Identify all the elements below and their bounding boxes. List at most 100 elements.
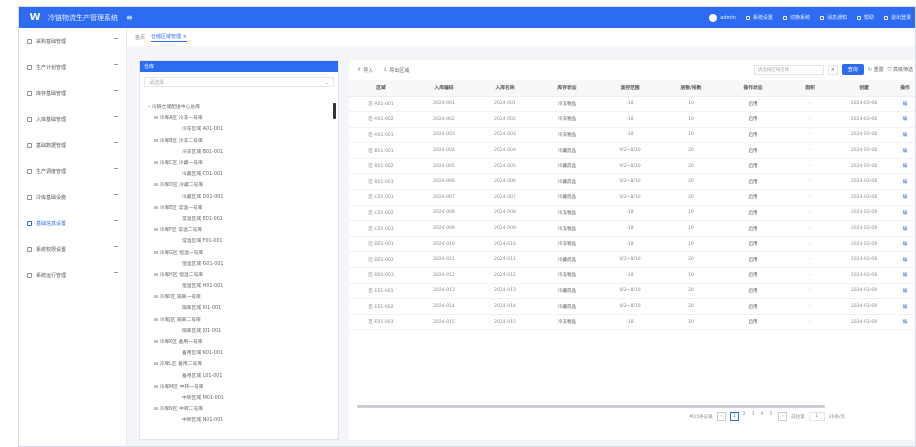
tree-node[interactable]: 冷藏区域 D01-001 [140,191,340,202]
tree-node[interactable]: 冷藏区域 C01-001 [140,168,340,179]
table-cell[interactable]: 编 [893,158,915,175]
table-cell[interactable]: 编 [893,251,915,269]
table-row[interactable]: 区-C01-001 2024-007 2024-007 冷藏药品 0/2~8/10 20 启… [349,189,915,206]
column-header[interactable]: 入库名称 [475,80,535,97]
column-header[interactable]: 入库编码 [413,80,475,97]
tree-node[interactable]: 中转区域 M01-001 [140,392,340,403]
tree-search-select[interactable]: 请选择 ⌄ [144,77,334,87]
sidebar-item[interactable]: 库存基础管理 [19,80,126,106]
table-cell[interactable]: 编 [893,189,915,206]
table-row[interactable]: 区-B01-001 2024-004 2024-004 冷藏药品 0/2~8/10 20 启… [349,142,915,159]
table-cell[interactable]: 编 [893,267,915,284]
header-settings[interactable]: 系统设置 [745,14,773,21]
tree-scrollbar[interactable] [333,103,336,119]
column-header[interactable]: 区域 [349,80,413,97]
table-row[interactable]: 区-B01-002 2024-005 2024-005 冷藏药品 0/2~8/10 20 启… [349,158,915,175]
sidebar-item[interactable]: 生产调度管理 [19,158,126,184]
tree-node[interactable]: ⊟ 冷库F区 常温二号库 [140,224,340,235]
tree-node[interactable]: ⊟ 冷库I区 隔离一号库 [140,291,340,302]
tree-node[interactable]: ⊟ 冷库B区 冷冻二号库 [140,135,340,146]
tree-node[interactable]: ⊟ 冷库K区 备用一号库 [140,336,340,347]
export-button[interactable]: ⇩ 导出区域 [383,67,409,74]
table-row[interactable]: 区-A01-002 2024-002 2024-002 冷冻物品 -18 10 启用 -202… [349,111,915,128]
table-cell[interactable]: 编 [893,314,915,331]
tree-node[interactable]: ⊟ 冷库H区 恒温二号库 [140,269,340,280]
table-row[interactable]: 区-C01-002 2024-008 2024-008 冷冻物品 -18 10 启用 -202… [349,205,915,222]
page-number[interactable]: 5 [767,412,774,421]
table-row[interactable]: 区-E01-003 2024-015 2024-015 冷冻物品 -18 10 启用 -202… [349,314,915,331]
next-page-button[interactable]: › [778,412,788,421]
table-row[interactable]: 区-A01-001 2024-001 2024-001 冷冻物品 -18 10 启用 -202… [349,96,915,113]
page-number[interactable]: 1 [729,412,739,421]
table-row[interactable]: 区-D01-002 2024-011 2024-011 冷藏药品 0/2~8/10 20 启… [349,251,915,269]
tree-node[interactable]: ⊟ 冷库G区 恒温一号库 [140,246,340,257]
column-header[interactable]: 层数/排数 [661,80,721,97]
header-notify[interactable]: 消息通知 [819,14,847,21]
sidebar-item[interactable]: 入库基础管理 [19,106,126,132]
sidebar-item[interactable]: 采购基础管理 [19,28,126,54]
tree-node[interactable]: ⊟ 冷库N区 中转二号库 [140,403,340,414]
import-button[interactable]: ⇪ 导入 [357,67,373,74]
tree-node[interactable]: ⊟ 冷库A区 冷冻一号库 [140,112,340,123]
column-header[interactable]: 温控范围 [599,80,661,97]
user-menu[interactable]: admin [709,13,736,22]
table-cell[interactable]: 编 [893,96,915,113]
table-cell[interactable]: 编 [893,236,915,253]
table-row[interactable]: 区-E01-002 2024-014 2024-014 冷藏药品 0/2~8/10 20 启… [349,298,915,315]
horizontal-scrollbar[interactable] [357,405,825,408]
column-header[interactable]: 库存状态 [535,80,599,97]
page-number[interactable]: 3 [750,412,757,421]
sidebar-item[interactable]: 冷库基础设施 [19,184,126,210]
menu-fold-icon[interactable]: ≡ [126,13,133,22]
table-cell[interactable]: 编 [893,283,915,300]
tree-node[interactable]: 恒温区域 H01-001 [140,280,340,291]
tab-current[interactable]: 仓储区域管理 × [151,33,187,42]
sidebar-item[interactable]: 系统权限设置 [19,236,126,262]
advanced-filter-button[interactable]: ⛉ 高级筛选 [888,66,913,73]
table-row[interactable]: 区-A01-003 2024-003 2024-003 冷冻物品 -18 10 启用 -202… [349,127,915,144]
page-number[interactable]: 2 [741,412,748,421]
header-help[interactable]: 帮助 [856,14,874,21]
table-cell[interactable]: 编 [893,173,915,191]
sidebar-item[interactable]: 基础信息设置 [19,210,126,236]
tree-node[interactable]: 冷冻区域 B01-001 [140,146,340,157]
clear-icon[interactable]: × [827,64,838,75]
reset-button[interactable]: ↻ 重置 [868,66,884,73]
tree-node[interactable]: 恒温区域 G01-001 [140,258,340,269]
column-header[interactable]: 操作 [893,80,915,97]
breadcrumb-home[interactable]: 首页 [135,34,145,41]
table-row[interactable]: 区-D01-001 2024-010 2024-010 冷冻物品 -18 10 启用 -202… [349,236,915,253]
table-row[interactable]: 区-B01-003 2024-006 2024-006 冷藏药品 0/2~8/10 20 启… [349,173,915,191]
column-header[interactable]: 创建 [835,80,893,97]
tree-node[interactable]: – 冷链仓储配送中心总库 [140,101,340,112]
sidebar-item[interactable]: 系统运行管理 [19,262,126,288]
tree-node[interactable]: 备用区域 K01-001 [140,347,340,358]
tree-node[interactable]: 隔离区域 J01-001 [140,325,340,336]
table-cell[interactable]: 编 [893,111,915,128]
tree-node[interactable]: ⊟ 冷库C区 冷藏一号库 [140,157,340,168]
table-row[interactable]: 区-C01-003 2024-009 2024-009 冷冻物品 -18 10 启用 -202… [349,220,915,237]
tree-node[interactable]: 中转区域 N01-001 [140,414,340,425]
sidebar-item[interactable]: 基础数据管理 [19,132,126,158]
table-cell[interactable]: 编 [893,205,915,222]
table-row[interactable]: 区-D01-003 2024-012 2024-012 冷冻物品 -18 10 启用 -202… [349,267,915,284]
tree-node[interactable]: 常温区域 E01-001 [140,213,340,224]
table-row[interactable]: 区-E01-001 2024-013 2024-013 冷藏药品 0/2~8/10 20 启… [349,283,915,300]
tree-node[interactable]: 备用区域 L01-001 [140,370,340,381]
tree-node[interactable]: ⊟ 冷库E区 常温一号库 [140,202,340,213]
tree-node[interactable]: 常温区域 F01-001 [140,235,340,246]
table-cell[interactable]: 编 [893,142,915,159]
tree-node[interactable]: 冷冻区域 A01-001 [140,123,340,134]
tree-node[interactable]: ⊟ 冷库J区 隔离二号库 [140,314,340,325]
column-header[interactable]: 面积 [785,80,835,97]
header-logout[interactable]: 退出登录 [883,14,911,21]
table-cell[interactable]: 编 [893,220,915,237]
page-number[interactable]: 4 [758,412,765,421]
tree-node[interactable]: 隔离区域 I01-001 [140,302,340,313]
sidebar-item[interactable]: 生产计划管理 [19,54,126,80]
header-switch[interactable]: 切换系统 [782,14,810,21]
query-button[interactable]: 查询 [841,64,864,75]
tree-node[interactable]: ⊟ 冷库M区 中转一号库 [140,381,340,392]
page-input[interactable]: 1 [808,412,825,421]
page-size-select[interactable]: 20条/页 [829,414,845,420]
